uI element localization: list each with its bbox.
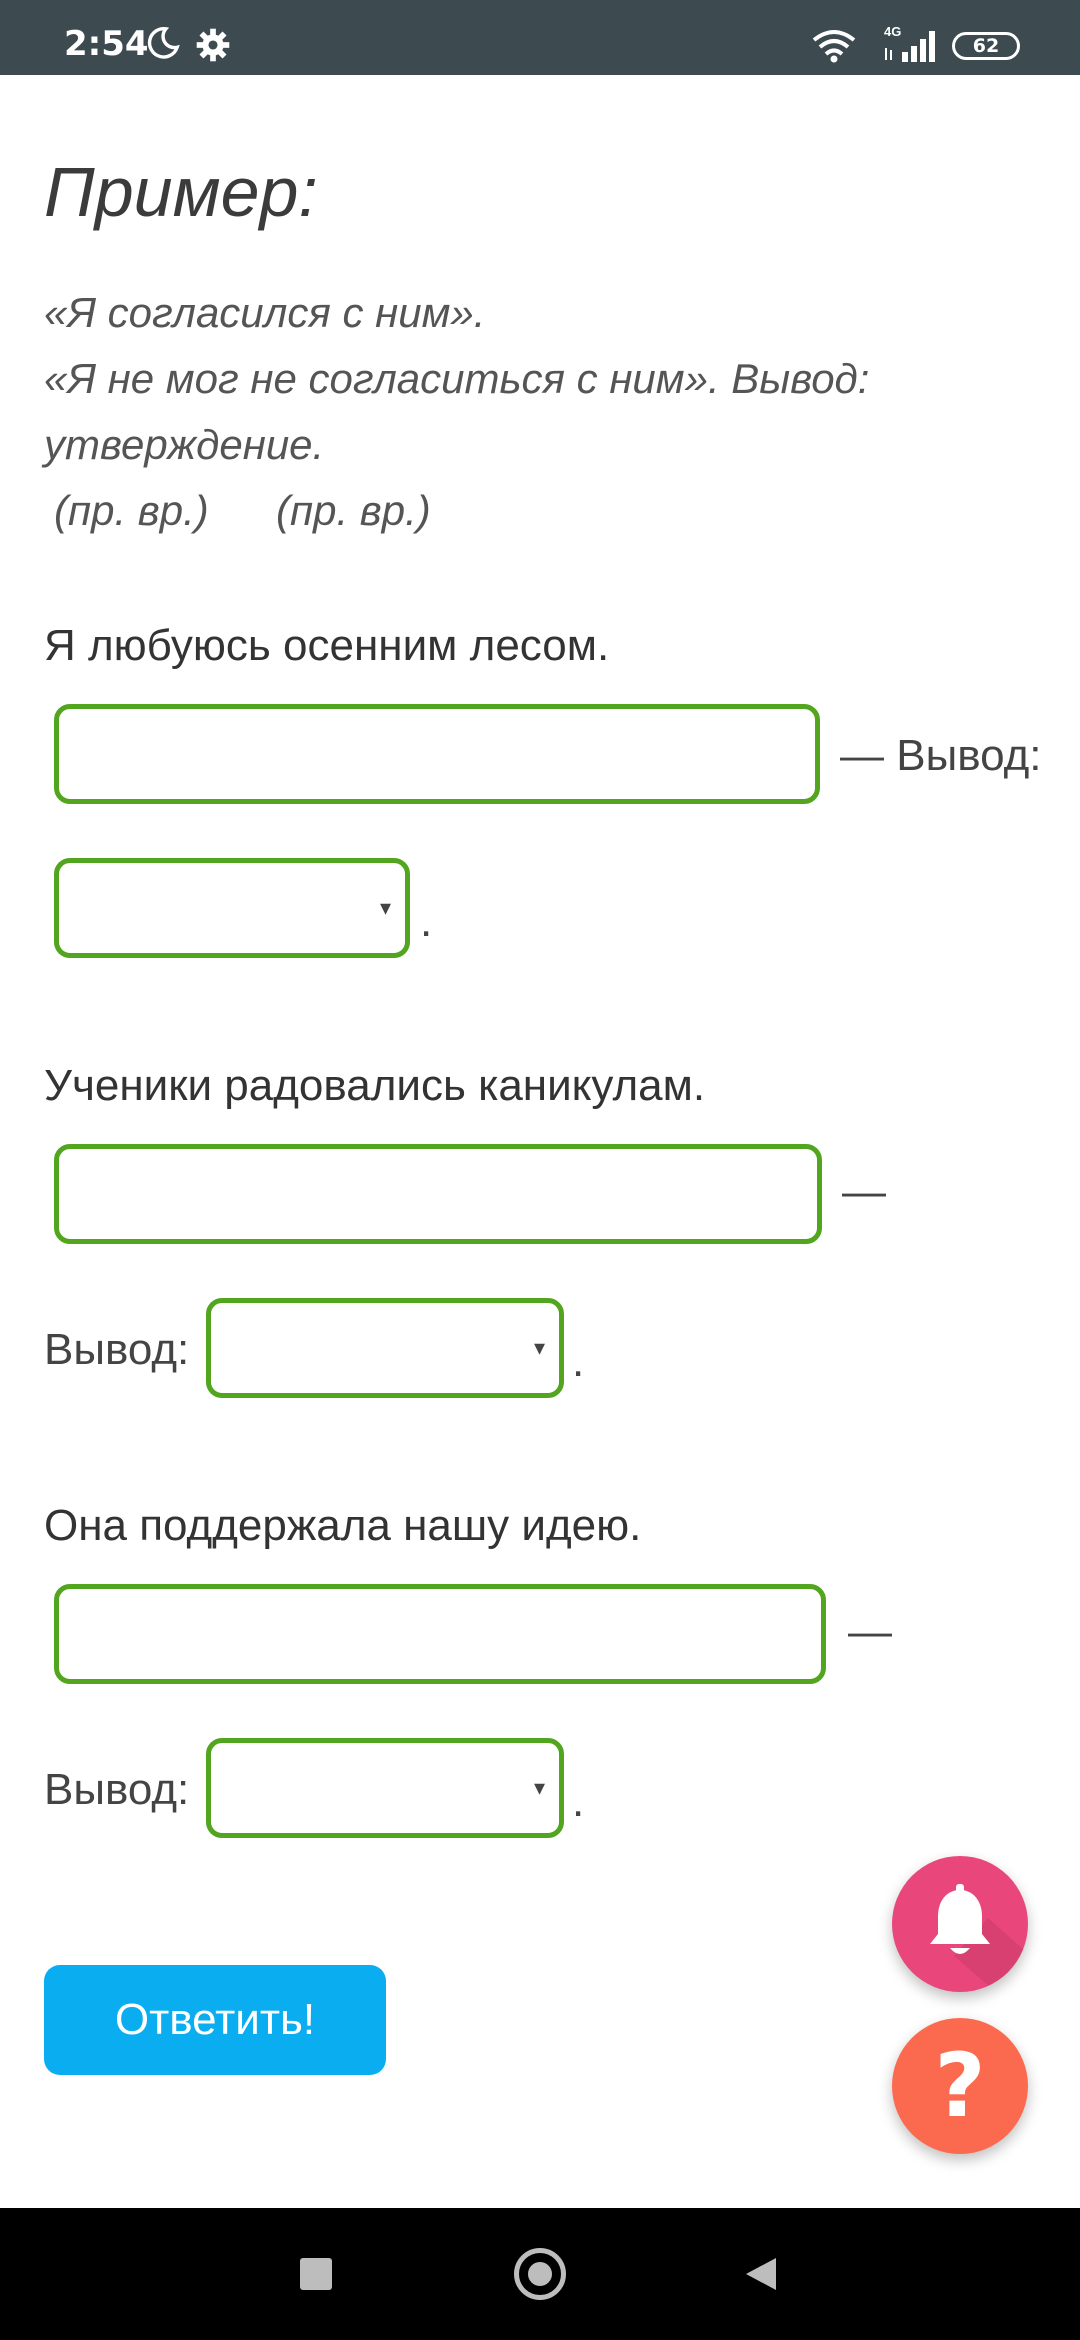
status-time: 2:54 [64,24,149,64]
moon-icon [147,27,180,59]
task-2-conclusion-select[interactable]: ▾ [206,1298,564,1398]
signal-icon [885,31,935,62]
task-3-dash: — [848,1607,892,1656]
back-icon[interactable] [742,2254,778,2294]
example-line-1: «Я согласился с ним». [44,289,486,336]
task-3-conclusion-label: Вывод: [44,1765,190,1814]
task-2-answer-input[interactable] [54,1144,822,1244]
home-icon-dot [528,2262,552,2286]
home-icon[interactable] [514,2248,566,2300]
gear-icon [196,28,230,62]
task-2-period: . [572,1337,585,1386]
task-1-conclusion-label: — Вывод: [840,731,1042,780]
notifications-button[interactable] [892,1856,1028,1992]
task-1-period: . [420,897,433,946]
bell-icon [930,1884,1028,1992]
task-1-sentence: Я любуюсь осенним лесом. [44,621,610,670]
task-2-dash: — [842,1167,886,1216]
chevron-down-icon: ▾ [533,1335,545,1360]
task-3-sentence: Она поддержала нашу идею. [44,1501,642,1550]
chevron-down-icon: ▾ [379,895,391,920]
wifi-icon [812,30,856,63]
example-line-3: утверждение. [44,421,325,468]
recents-icon[interactable] [300,2258,332,2290]
task-3-conclusion-select[interactable]: ▾ [206,1738,564,1838]
chevron-down-icon: ▾ [533,1775,545,1800]
question-icon: ? [934,2034,986,2137]
task-1-conclusion-select[interactable]: ▾ [54,858,410,958]
task-2-conclusion-label: Вывод: [44,1325,190,1374]
battery-icon: 62 [952,32,1020,60]
submit-answer-button[interactable]: Ответить! [44,1965,386,2075]
task-3-period: . [572,1777,585,1826]
battery-level: 62 [972,35,1000,57]
task-2-sentence: Ученики радовались каникулам. [44,1061,706,1110]
example-tag-1: (пр. вр.) [54,487,209,534]
task-1-answer-input[interactable] [54,704,820,804]
task-3-answer-input[interactable] [54,1584,826,1684]
status-bar: 2:54 4G 62 [0,0,1080,75]
example-tag-2: (пр. вр.) [276,487,431,534]
help-button[interactable]: ? [892,2018,1028,2154]
example-line-2: «Я не мог не согласиться с ним». Вывод: [44,355,870,402]
example-title: Пример: [44,153,318,231]
